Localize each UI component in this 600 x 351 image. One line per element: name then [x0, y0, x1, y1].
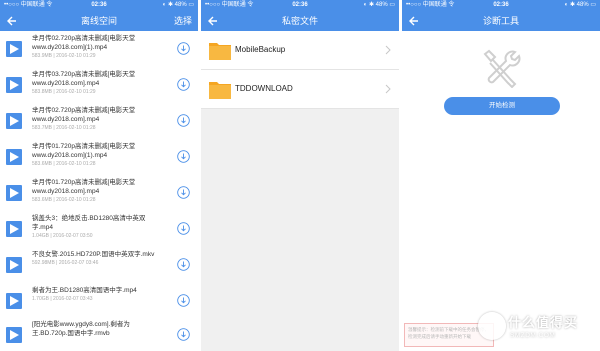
nav-bar: 私密文件 [201, 11, 399, 31]
file-title: 芈月传03.720p高清未删减[电影天堂www.dy2018.com].mp4 [32, 71, 136, 87]
folder-row-tddownload[interactable]: TDDOWNLOAD [201, 70, 399, 109]
file-title: 芈月传01.720p高清未删减[电影天堂www.dy2018.com](1).m… [32, 143, 136, 159]
private-files-screen: ••○○○ 中国联通 令 02:36 ◐ ✱ 48% ▭ 私密文件 Mobile… [201, 0, 399, 351]
download-icon[interactable] [177, 222, 190, 235]
download-list-item[interactable]: 锅盖头3：绝地反击.BD1280高清中英双字.mp4 1.04GB | 2016-… [0, 211, 198, 248]
folder-row-mobilebackup[interactable]: MobileBackup [201, 31, 399, 70]
folder-name: MobileBackup [235, 45, 286, 54]
download-list-item[interactable]: 芈月传02.720p高清未删减[电影天堂www.dy2018.com].mp4 5… [0, 103, 198, 140]
folder-icon [209, 82, 231, 99]
chevron-right-icon [385, 84, 391, 94]
download-list-item[interactable]: 剩者为王.BD1280高清国语中字.mp4 1.70GB | 2016-02-07… [0, 283, 198, 320]
file-title: 芈月传01.720p高清未删减[电影天堂www.dy2018.com].mp4 [32, 179, 136, 195]
watermark-logo-icon [478, 312, 506, 340]
offline-space-screen: ••○○○ 中国联通 令 02:36 ◐ ✱ 48% ▭ 离线空间 选择 芈月传… [0, 0, 198, 351]
file-meta: 1.70GB | 2016-02-07 03:43 [32, 296, 93, 302]
file-name: 芈月传02.720p高清未删减[电影天堂www.dy2018.com].mp4 5… [32, 106, 162, 132]
file-name: 不良女警.2015.HD720P.国语中英双字.mkv 592.98MB | 20… [32, 250, 162, 267]
file-title: 剩者为王.BD1280高清国语中字.mp4 [32, 287, 137, 294]
file-name: 锅盖头3：绝地反击.BD1280高清中英双字.mp4 1.04GB | 2016-… [32, 214, 162, 240]
file-meta: 583.7MB | 2016-02-10 01:28 [32, 125, 96, 131]
download-icon[interactable] [177, 258, 190, 271]
file-title: 锅盖头3：绝地反击.BD1280高清中英双字.mp4 [32, 215, 146, 231]
select-button[interactable]: 选择 [174, 11, 192, 31]
download-list-item[interactable]: 芈月传03.720p高清未删减[电影天堂www.dy2018.com].mp4 5… [0, 67, 198, 104]
folder-name: TDDOWNLOAD [235, 84, 293, 93]
video-play-icon[interactable] [6, 77, 22, 93]
video-play-icon[interactable] [6, 221, 22, 237]
file-title: [阳光电影www.ygdy8.com].剩者为王.BD.720p.国语中字.rm… [32, 321, 130, 337]
file-meta: 583.9MB | 2016-02-10 01:29 [32, 53, 96, 59]
battery-status: ◐ ✱ 48% ▭ [162, 2, 194, 8]
download-icon[interactable] [177, 42, 190, 55]
status-bar: ••○○○ 中国联通 令 02:36 ◐ ✱ 48% ▭ [0, 0, 198, 11]
video-play-icon[interactable] [6, 113, 22, 129]
folder-icon [209, 43, 231, 60]
file-meta: 583.6MB | 2016-02-10 01:28 [32, 161, 96, 167]
download-icon[interactable] [177, 294, 190, 307]
download-list-item[interactable]: 芈月传01.720p高清未删减[电影天堂www.dy2018.com].mp4 5… [0, 175, 198, 212]
watermark-text: 什么值得买 [508, 315, 579, 330]
video-play-icon[interactable] [6, 41, 22, 57]
file-name: 芈月传03.720p高清未删减[电影天堂www.dy2018.com].mp4 5… [32, 70, 162, 96]
file-name: 芈月传02.720p高清未删减[电影天堂www.dy2018.com](1).m… [32, 34, 162, 60]
chevron-right-icon [385, 45, 391, 55]
file-meta: 583.6MB | 2016-02-10 01:28 [32, 197, 96, 203]
file-title: 不良女警.2015.HD720P.国语中英双字.mkv [32, 251, 155, 258]
battery-status: ◐ ✱ 48% ▭ [564, 2, 596, 8]
download-icon[interactable] [177, 114, 190, 127]
video-play-icon[interactable] [6, 149, 22, 165]
diagnostic-tools-screen: ••○○○ 中国联通 令 02:36 ◐ ✱ 48% ▭ 诊断工具 开始检测 温… [402, 0, 600, 351]
nav-bar: 离线空间 选择 [0, 11, 198, 31]
file-name: 芈月传01.720p高清未删减[电影天堂www.dy2018.com].mp4 5… [32, 178, 162, 204]
file-meta: 1.04GB | 2016-02-07 03:50 [32, 233, 93, 239]
nav-bar: 诊断工具 [402, 11, 600, 31]
download-list-item[interactable]: 芈月传02.720p高清未删减[电影天堂www.dy2018.com](1).m… [0, 31, 198, 68]
page-title: 离线空间 [80, 16, 117, 26]
file-title: 芈月传02.720p高清未删减[电影天堂www.dy2018.com](1).m… [32, 35, 136, 51]
file-meta: 592.98MB | 2016-02-07 03:46 [32, 260, 99, 266]
download-icon[interactable] [177, 328, 190, 341]
download-icon[interactable] [177, 186, 190, 199]
download-icon[interactable] [177, 150, 190, 163]
file-name: [阳光电影www.ygdy8.com].剩者为王.BD.720p.国语中字.rm… [32, 320, 162, 338]
video-play-icon[interactable] [6, 257, 22, 273]
status-bar: ••○○○ 中国联通 令 02:36 ◐ ✱ 48% ▭ [402, 0, 600, 11]
status-bar: ••○○○ 中国联通 令 02:36 ◐ ✱ 48% ▭ [201, 0, 399, 11]
page-title: 私密文件 [281, 16, 318, 26]
file-meta: 583.8MB | 2016-02-10 01:29 [32, 89, 96, 95]
file-name: 芈月传01.720p高清未删减[电影天堂www.dy2018.com](1).m… [32, 142, 162, 168]
download-icon[interactable] [177, 78, 190, 91]
battery-status: ◐ ✱ 48% ▭ [363, 2, 395, 8]
wrench-screwdriver-icon [483, 49, 521, 88]
download-list-item[interactable]: 芈月传01.720p高清未删减[电影天堂www.dy2018.com](1).m… [0, 139, 198, 176]
watermark: 什么值得买 SMZDM.COM [476, 308, 596, 348]
video-play-icon[interactable] [6, 327, 22, 343]
page-title: 诊断工具 [482, 16, 519, 26]
download-list-item[interactable]: [阳光电影www.ygdy8.com].剩者为王.BD.720p.国语中字.rm… [0, 317, 198, 351]
file-title: 芈月传02.720p高清未删减[电影天堂www.dy2018.com].mp4 [32, 107, 136, 123]
watermark-url: SMZDM.COM [510, 332, 556, 339]
video-play-icon[interactable] [6, 293, 22, 309]
start-detect-button[interactable]: 开始检测 [444, 97, 560, 115]
file-name: 剩者为王.BD1280高清国语中字.mp4 1.70GB | 2016-02-07… [32, 286, 162, 303]
download-list-item[interactable]: 不良女警.2015.HD720P.国语中英双字.mkv 592.98MB | 20… [0, 247, 198, 284]
video-play-icon[interactable] [6, 185, 22, 201]
